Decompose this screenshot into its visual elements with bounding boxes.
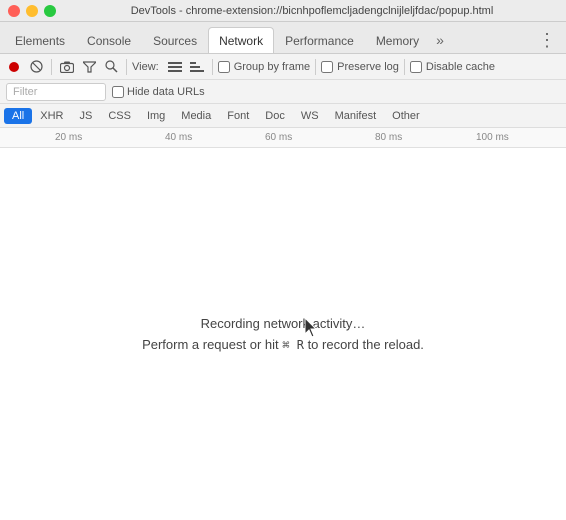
close-button[interactable]	[8, 5, 20, 17]
type-tab-doc[interactable]: Doc	[257, 108, 293, 124]
cursor	[305, 318, 321, 341]
type-tab-js[interactable]: JS	[71, 108, 100, 124]
camera-icon	[60, 61, 74, 73]
main-content: Recording network activity… Perform a re…	[0, 148, 566, 520]
tab-sources[interactable]: Sources	[142, 27, 208, 53]
title-bar: DevTools - chrome-extension://bicnhpofle…	[0, 0, 566, 22]
list-view-icon	[168, 61, 182, 73]
recording-text: Recording network activity…	[201, 316, 366, 331]
disable-cache-checkbox[interactable]	[410, 61, 422, 73]
network-toolbar: View: Group by frame Preserve log Disabl…	[0, 54, 566, 80]
window-title: DevTools - chrome-extension://bicnhpofle…	[66, 5, 558, 17]
type-tab-all[interactable]: All	[4, 108, 32, 124]
separator-5	[404, 59, 405, 75]
disable-cache-group: Disable cache	[410, 61, 495, 73]
maximize-button[interactable]	[44, 5, 56, 17]
clear-button[interactable]	[26, 57, 46, 77]
disable-cache-label: Disable cache	[426, 61, 495, 73]
record-button[interactable]	[4, 57, 24, 77]
tab-performance[interactable]: Performance	[274, 27, 365, 53]
type-tab-img[interactable]: Img	[139, 108, 173, 124]
hint-prefix: Perform a request or hit	[142, 337, 279, 352]
filter-bar: Hide data URLs	[0, 80, 566, 104]
tab-elements[interactable]: Elements	[4, 27, 76, 53]
view-buttons	[165, 57, 207, 77]
filter-input[interactable]	[6, 83, 106, 101]
ruler-tick-100ms: 100 ms	[476, 132, 509, 143]
group-by-frame-label: Group by frame	[234, 61, 310, 73]
preserve-log-checkbox[interactable]	[321, 61, 333, 73]
type-tab-ws[interactable]: WS	[293, 108, 327, 124]
tree-view-button[interactable]	[187, 57, 207, 77]
timeline-ruler: 20 ms 40 ms 60 ms 80 ms 100 ms	[0, 128, 566, 148]
group-by-frame-checkbox[interactable]	[218, 61, 230, 73]
preserve-log-group: Preserve log	[321, 61, 399, 73]
tab-bar: Elements Console Sources Network Perform…	[0, 22, 566, 54]
tab-memory[interactable]: Memory	[365, 27, 430, 53]
ruler-tick-40ms: 40 ms	[165, 132, 192, 143]
hide-data-urls-label: Hide data URLs	[127, 86, 205, 98]
separator-2	[126, 59, 127, 75]
type-tab-css[interactable]: CSS	[100, 108, 139, 124]
screenshot-button[interactable]	[57, 57, 77, 77]
ruler-tick-60ms: 60 ms	[265, 132, 292, 143]
ruler-tick-80ms: 80 ms	[375, 132, 402, 143]
hint-suffix: to record the reload.	[308, 337, 424, 352]
preserve-log-label: Preserve log	[337, 61, 399, 73]
separator-3	[212, 59, 213, 75]
group-by-frame-group: Group by frame	[218, 61, 310, 73]
record-icon	[8, 61, 20, 73]
cursor-icon	[305, 318, 321, 338]
hide-data-urls-checkbox[interactable]	[112, 86, 124, 98]
clear-icon	[30, 60, 43, 73]
minimize-button[interactable]	[26, 5, 38, 17]
type-tab-media[interactable]: Media	[173, 108, 219, 124]
tree-view-icon	[190, 61, 204, 73]
separator-1	[51, 59, 52, 75]
type-tab-manifest[interactable]: Manifest	[327, 108, 385, 124]
hint-text: Perform a request or hit ⌘ R to record t…	[142, 337, 424, 352]
window-controls	[8, 5, 56, 17]
view-label: View:	[132, 61, 159, 73]
type-tabs: All XHR JS CSS Img Media Font Doc WS Man…	[0, 104, 566, 128]
list-view-button[interactable]	[165, 57, 185, 77]
devtools-menu-button[interactable]: ⋮	[532, 27, 562, 53]
filter-button[interactable]	[79, 57, 99, 77]
type-tab-other[interactable]: Other	[384, 108, 428, 124]
separator-4	[315, 59, 316, 75]
filter-icon	[83, 61, 96, 73]
hide-data-urls-group: Hide data URLs	[112, 86, 205, 98]
search-icon	[105, 60, 118, 73]
keyboard-shortcut: ⌘ R	[282, 338, 304, 352]
search-button[interactable]	[101, 57, 121, 77]
ruler-tick-20ms: 20 ms	[55, 132, 82, 143]
more-tabs-button[interactable]: »	[430, 27, 450, 53]
tab-network[interactable]: Network	[208, 27, 274, 53]
type-tab-xhr[interactable]: XHR	[32, 108, 71, 124]
type-tab-font[interactable]: Font	[219, 108, 257, 124]
tab-console[interactable]: Console	[76, 27, 142, 53]
